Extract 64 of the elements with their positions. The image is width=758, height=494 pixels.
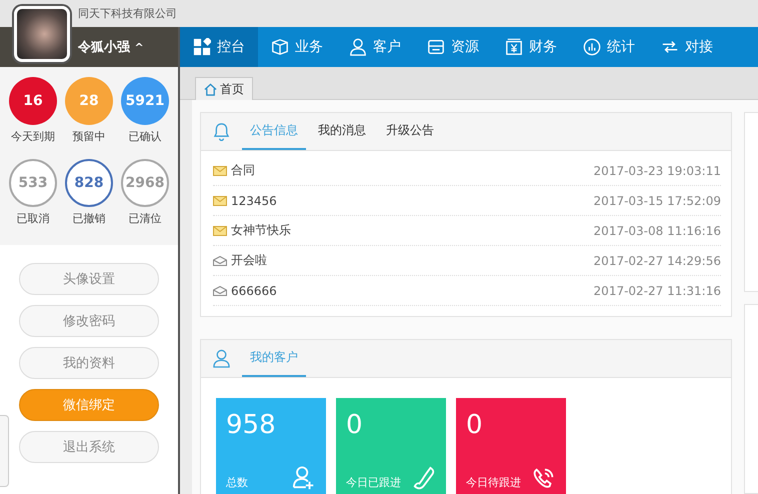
notice-time: 2017-02-27 11:31:16 — [594, 284, 721, 298]
page-tab[interactable]: 首页 — [195, 77, 253, 100]
box-icon — [271, 38, 289, 56]
nav-tab[interactable]: 业务 — [258, 27, 336, 67]
notice-tab[interactable]: 公告信息 — [242, 113, 306, 150]
nav-tab[interactable]: 资源 — [414, 27, 492, 67]
menu-button[interactable]: 头像设置 — [19, 263, 159, 295]
stat-label: 已确认 — [128, 129, 162, 144]
notice-tab[interactable]: 我的消息 — [310, 113, 374, 150]
menu-button[interactable]: 修改密码 — [19, 305, 159, 337]
stat-tile[interactable]: 0 今日已跟进 — [336, 398, 446, 494]
nav-tab[interactable]: 财务 — [492, 27, 570, 67]
user-menu-button[interactable]: 令狐小强 ^ — [78, 38, 144, 56]
menu-button[interactable]: 退出系统 — [19, 431, 159, 463]
company-name: 同天下科技有限公司 — [78, 6, 177, 21]
notice-title[interactable]: 123456 — [231, 194, 590, 208]
count-badge[interactable]: 2968 — [121, 159, 169, 207]
count-badge[interactable]: 16 — [9, 77, 57, 125]
bell-icon — [213, 122, 230, 141]
notice-tab[interactable]: 升级公告 — [378, 113, 442, 150]
stat-label: 已取消 — [16, 211, 50, 226]
count-badge[interactable]: 5921 — [121, 77, 169, 125]
tile-label: 今日待跟进 — [466, 475, 521, 490]
menu-button[interactable]: 我的资料 — [19, 347, 159, 379]
stat-label: 预留中 — [72, 129, 106, 144]
notice-title[interactable]: 开会啦 — [231, 252, 590, 269]
notice-title[interactable]: 合同 — [231, 162, 590, 179]
notice-time: 2017-03-15 17:52:09 — [594, 194, 721, 208]
user-icon — [349, 38, 367, 56]
phone-icon — [412, 466, 436, 490]
add-user-icon — [292, 466, 316, 490]
nav-tab[interactable]: 统计 — [570, 27, 648, 67]
tile-value: 958 — [226, 412, 277, 438]
notice-time: 2017-03-23 19:03:11 — [594, 164, 721, 178]
tile-label: 总数 — [226, 475, 248, 490]
ringing-phone-icon — [532, 466, 556, 490]
tile-value: 0 — [466, 412, 484, 438]
menu-button[interactable]: 微信绑定 — [19, 389, 159, 421]
user-icon — [213, 349, 230, 368]
grid-icon — [193, 38, 211, 56]
panel-title: 我的客户 — [242, 340, 306, 377]
notice-time: 2017-03-08 11:16:16 — [594, 224, 721, 238]
yen-icon — [505, 38, 523, 56]
stat-label: 已清位 — [128, 211, 162, 226]
stat-label: 今天到期 — [11, 129, 55, 144]
nav-tab[interactable]: 客户 — [336, 27, 414, 67]
count-badge[interactable]: 828 — [65, 159, 113, 207]
chart-icon — [583, 38, 601, 56]
swap-icon — [661, 38, 679, 56]
tile-value: 0 — [346, 412, 364, 438]
collapse-handle[interactable] — [0, 415, 9, 487]
notice-title[interactable]: 666666 — [231, 284, 590, 298]
count-badge[interactable]: 533 — [9, 159, 57, 207]
notice-time: 2017-02-27 14:29:56 — [594, 254, 721, 268]
stat-tile[interactable]: 958 总数 — [216, 398, 326, 494]
stat-label: 已撤销 — [72, 211, 106, 226]
nav-tab[interactable]: 控台 — [180, 27, 258, 67]
avatar-photo-placeholder[interactable] — [14, 6, 70, 62]
notice-title[interactable]: 女神节快乐 — [231, 222, 590, 239]
tile-label: 今日已跟进 — [346, 475, 401, 490]
count-badge[interactable]: 28 — [65, 77, 113, 125]
home-icon — [204, 82, 217, 96]
nav-tab[interactable]: 对接 — [648, 27, 726, 67]
stat-tile[interactable]: 0 今日待跟进 — [456, 398, 566, 494]
